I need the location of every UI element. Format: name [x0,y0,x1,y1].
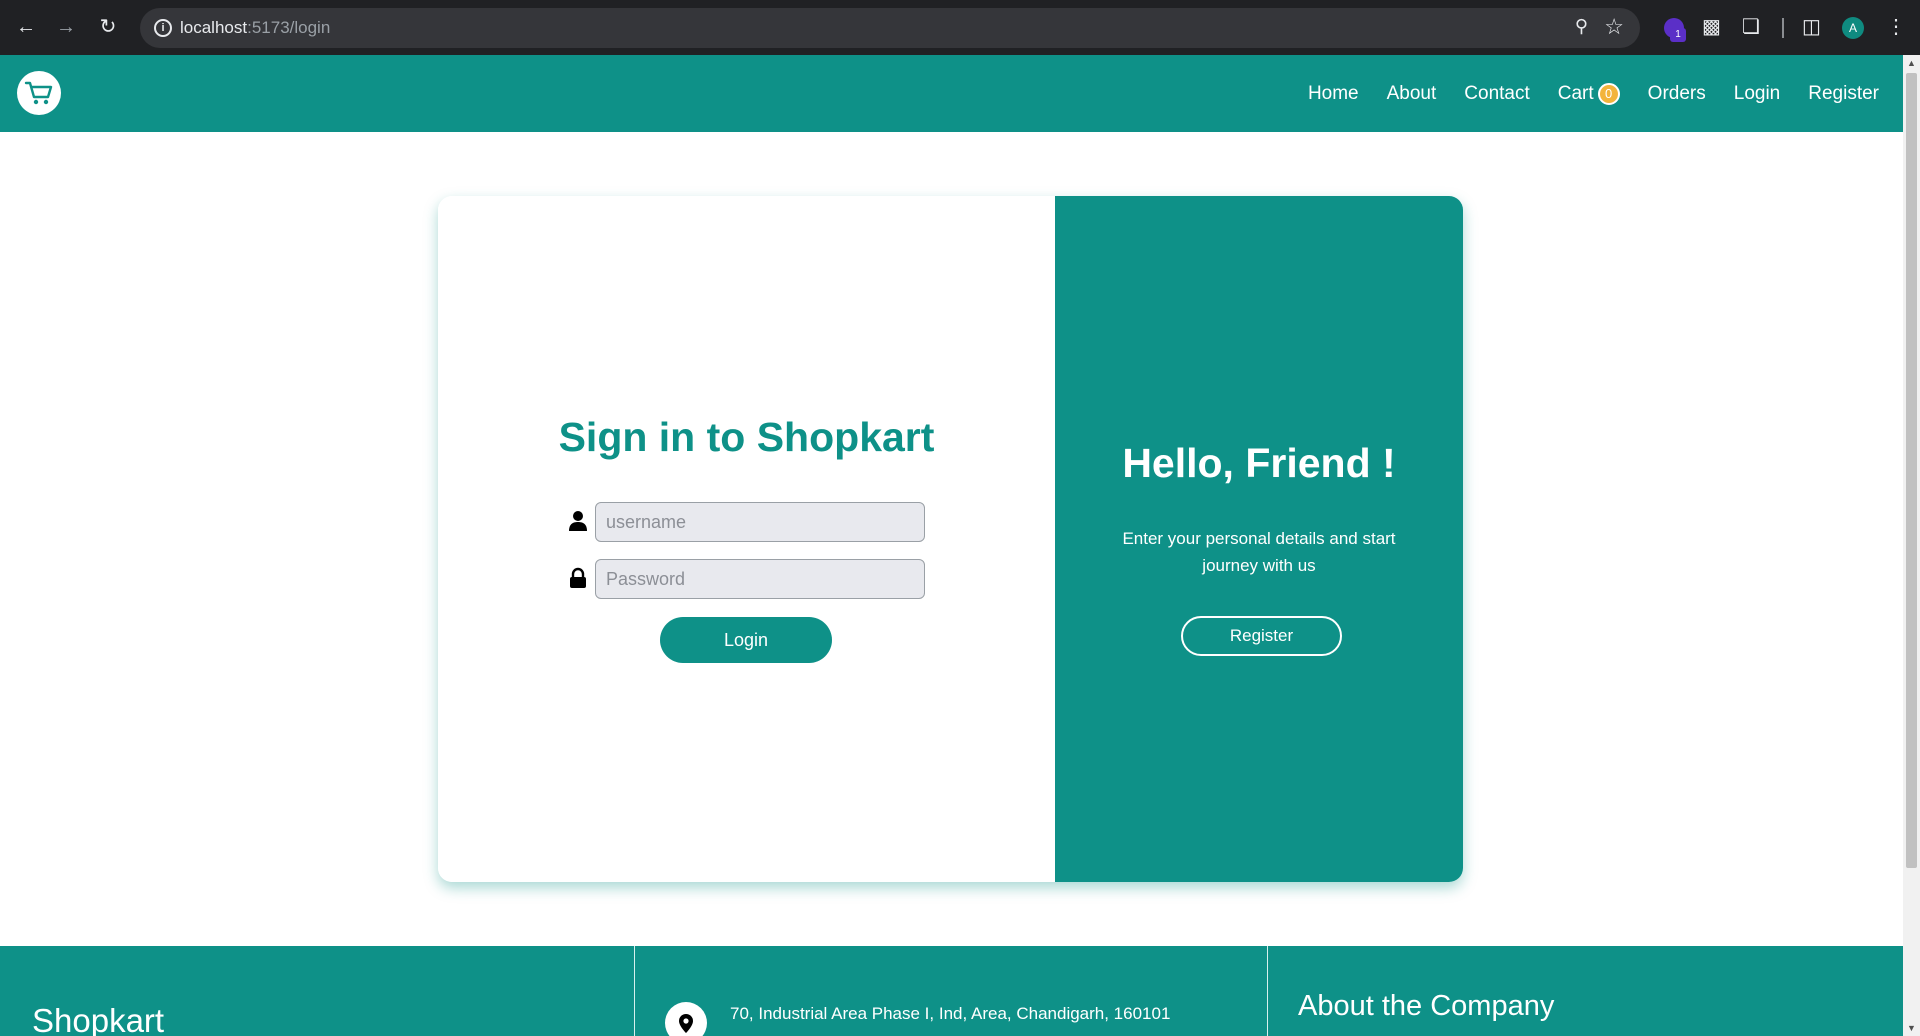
signin-title: Sign in to Shopkart [558,414,935,460]
user-icon [568,510,588,532]
url-path: :5173/login [247,18,331,37]
signin-panel: Sign in to Shopkart Login [438,196,1055,882]
url-host: localhost [180,18,248,37]
zoom-icon[interactable]: ⚲ [1575,16,1588,37]
back-icon[interactable]: ← [13,14,39,40]
login-button[interactable]: Login [660,617,832,663]
scrollbar-thumb[interactable] [1906,73,1917,868]
nav-links: Home About Contact Cart 0 Orders Login R… [1280,55,1879,132]
footer-address: 70, Industrial Area Phase I, Ind, Area, … [730,1004,1171,1023]
footer-divider [634,946,635,1036]
cart-label: Cart [1557,82,1594,104]
extensions-puzzle-icon[interactable]: ❏ [1742,14,1760,40]
url-text[interactable]: localhost:5173/login [180,18,330,38]
site-footer: Shopkart 70, Industrial Area Phase I, In… [0,946,1903,1036]
location-pin-icon [665,1002,707,1036]
password-input[interactable] [595,559,925,599]
site-navbar: Home About Contact Cart 0 Orders Login R… [0,55,1903,132]
nav-orders-link[interactable]: Orders [1648,83,1706,105]
nav-login-link[interactable]: Login [1734,83,1781,105]
media-icon[interactable]: ▩ [1702,14,1721,40]
page-scrollbar[interactable]: ▲ ▼ [1903,55,1920,1036]
lock-icon [568,567,588,589]
footer-divider [1267,946,1268,1036]
password-row [568,559,928,599]
shopping-cart-icon[interactable] [17,71,61,115]
reload-icon[interactable]: ↻ [95,14,121,40]
nav-cart-link[interactable]: Cart 0 [1557,82,1620,105]
toolbar-divider [1782,18,1784,38]
address-bar[interactable]: i localhost:5173/login ⚲ ☆ [140,8,1640,48]
nav-about-link[interactable]: About [1387,83,1437,105]
scroll-up-icon[interactable]: ▲ [1903,55,1920,71]
scroll-down-icon[interactable]: ▼ [1903,1020,1920,1036]
menu-kebab-icon[interactable]: ⋮ [1886,14,1906,40]
username-row [568,502,928,542]
site-info-icon[interactable]: i [154,19,172,37]
username-input[interactable] [595,502,925,542]
welcome-text: Enter your personal details and start jo… [1122,529,1396,575]
nav-home-link[interactable]: Home [1308,83,1359,105]
bookmark-star-icon[interactable]: ☆ [1604,14,1624,40]
cart-count-badge: 0 [1597,82,1620,105]
register-button[interactable]: Register [1181,616,1342,656]
nav-contact-link[interactable]: Contact [1464,83,1529,105]
forward-icon[interactable]: → [53,14,79,40]
welcome-title: Hello, Friend ! [1122,440,1396,486]
footer-brand: Shopkart [32,1002,165,1036]
extension-badge: 1 [1670,28,1686,42]
footer-about-heading: About the Company [1298,990,1555,1022]
nav-register-link[interactable]: Register [1808,83,1879,105]
welcome-panel: Hello, Friend ! Enter your personal deta… [1055,196,1463,882]
profile-avatar[interactable]: A [1842,17,1864,39]
side-panel-icon[interactable]: ◫ [1802,14,1821,40]
login-card: Sign in to Shopkart Login Hello, Friend [438,196,1463,882]
browser-toolbar: ← → ↻ i localhost:5173/login ⚲ ☆ 1 ▩ ❏ ◫… [0,0,1920,55]
